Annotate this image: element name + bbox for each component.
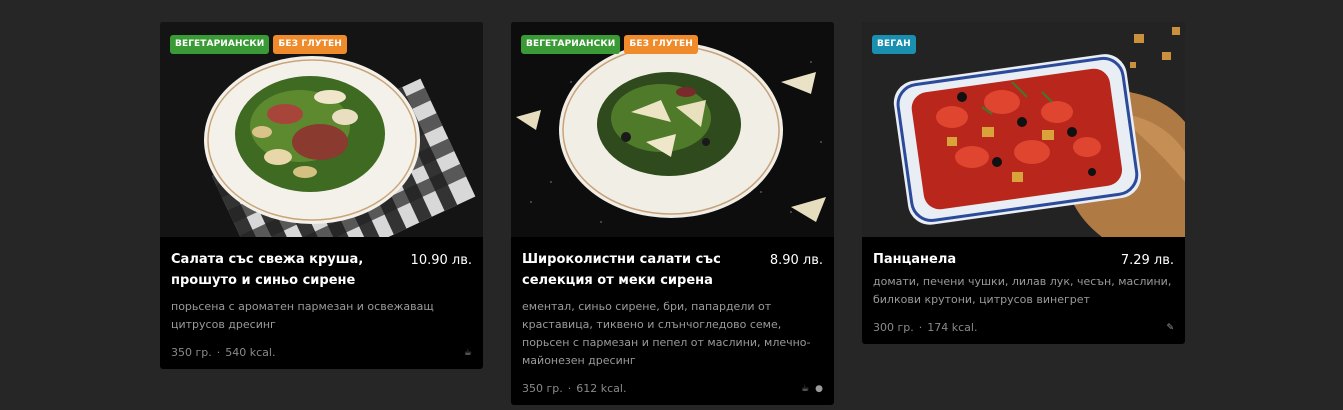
cup-icon: ☕	[801, 383, 810, 394]
dish-price: 7.29 лв.	[1120, 253, 1174, 268]
leaf-icon: ✎	[1166, 322, 1174, 333]
gluten-free-tag: БЕЗ ГЛУТЕН	[624, 35, 698, 54]
vegetarian-tag: ВЕГЕТАРИАНСКИ	[170, 35, 270, 54]
vegan-tag: ВЕГАН	[872, 35, 916, 54]
dish-description: домати, печени чушки, лилав лук, чесън, …	[873, 275, 1172, 306]
dish-weight: 300 гр.	[873, 321, 914, 334]
dish-photo: ВЕГЕТАРИАНСКИ БЕЗ ГЛУТЕН	[160, 22, 483, 237]
dish-weight: 350 гр.	[522, 382, 563, 395]
dish-calories: 540 kcal.	[225, 346, 276, 359]
dish-photo: ВЕГАН	[862, 22, 1185, 237]
dish-calories: 174 kcal.	[927, 321, 978, 334]
gluten-free-tag: БЕЗ ГЛУТЕН	[273, 35, 347, 54]
dish-name: Широколистни салати със селекция от меки…	[522, 252, 721, 288]
tag-list: ВЕГЕТАРИАНСКИ БЕЗ ГЛУТЕН	[521, 35, 698, 54]
menu-card-leafy-salad[interactable]: ВЕГЕТАРИАНСКИ БЕЗ ГЛУТЕН Широколистни са…	[511, 22, 834, 405]
tag-list: ВЕГАН	[872, 35, 916, 54]
dish-photo: ВЕГЕТАРИАНСКИ БЕЗ ГЛУТЕН	[511, 22, 834, 237]
menu-card-panzanella[interactable]: ВЕГАН Панцанела 7.29 лв. домати, печени …	[862, 22, 1185, 344]
vegetarian-tag: ВЕГЕТАРИАНСКИ	[521, 35, 621, 54]
tag-list: ВЕГЕТАРИАНСКИ БЕЗ ГЛУТЕН	[170, 35, 347, 54]
dish-description: порьсена с ароматен пармезан и освежаващ…	[171, 300, 434, 331]
dish-description: ементал, синьо сирене, бри, папардели от…	[522, 300, 811, 367]
dish-price: 8.90 лв.	[769, 253, 823, 268]
dish-weight: 350 гр.	[171, 346, 212, 359]
cup-icon: ☕	[463, 347, 472, 358]
dish-calories: 612 kcal.	[576, 382, 627, 395]
seed-icon: ●	[815, 383, 823, 394]
menu-card-pear-salad[interactable]: ВЕГЕТАРИАНСКИ БЕЗ ГЛУТЕН Салата със свеж…	[160, 22, 483, 369]
dish-name: Салата със свежа круша, прошуто и синьо …	[171, 252, 364, 288]
dish-price: 10.90 лв.	[410, 253, 472, 268]
dish-name: Панцанела	[873, 252, 957, 267]
